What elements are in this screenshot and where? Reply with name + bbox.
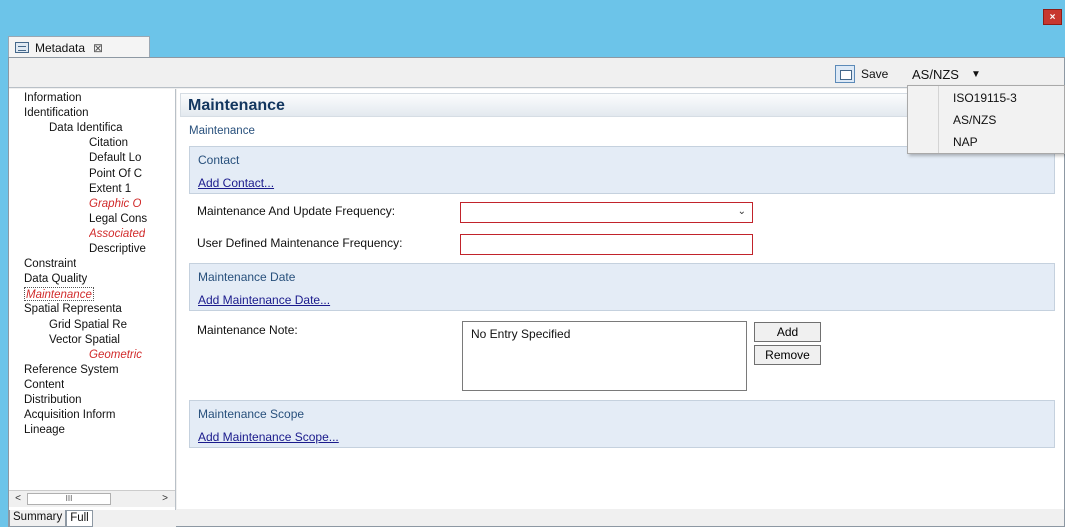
save-icon xyxy=(835,65,855,83)
maintenance-scope-group: Maintenance Scope Add Maintenance Scope.… xyxy=(189,400,1055,448)
tab-summary[interactable]: Summary xyxy=(9,510,67,527)
note-label: Maintenance Note: xyxy=(197,323,298,337)
tree-item[interactable]: Information xyxy=(24,91,82,105)
view-tabs: Summary Full xyxy=(9,510,176,527)
tree-item[interactable]: Distribution xyxy=(24,393,82,407)
tree-item[interactable]: Default Lo xyxy=(89,151,141,165)
scroll-left-icon[interactable]: < xyxy=(10,492,26,506)
tree-item[interactable]: Content xyxy=(24,378,64,392)
page-title: Maintenance xyxy=(188,97,285,114)
tree-item[interactable]: Citation xyxy=(89,136,128,150)
tab-close-icon[interactable]: ⊠ xyxy=(93,41,103,55)
contact-title: Contact xyxy=(198,153,240,167)
scroll-right-icon[interactable]: > xyxy=(157,492,173,506)
tree-item[interactable]: Data Identifica xyxy=(49,121,123,135)
tree-item[interactable]: Reference System xyxy=(24,363,119,377)
standard-dropdown[interactable]: AS/NZS ▼ xyxy=(912,64,981,84)
tree-item[interactable]: Identification xyxy=(24,106,89,120)
add-maintenance-scope-link[interactable]: Add Maintenance Scope... xyxy=(198,430,339,444)
add-contact-link[interactable]: Add Contact... xyxy=(198,176,274,190)
tree-item[interactable]: Lineage xyxy=(24,423,65,437)
tab-full[interactable]: Full xyxy=(66,510,93,527)
tree-item[interactable]: Extent 1 xyxy=(89,182,131,196)
remove-note-button[interactable]: Remove xyxy=(754,345,821,365)
tree-item[interactable]: Associated xyxy=(89,227,145,241)
maintenance-date-title: Maintenance Date xyxy=(198,270,296,284)
tab-strip xyxy=(8,32,1065,56)
tree-item[interactable]: Legal Cons xyxy=(89,212,147,226)
user-frequency-label: User Defined Maintenance Frequency: xyxy=(197,236,403,250)
tree-item[interactable]: Spatial Representa xyxy=(24,302,122,316)
tree-item[interactable]: Descriptive xyxy=(89,242,146,256)
tree-item[interactable]: Vector Spatial xyxy=(49,333,120,347)
section-tree: Information Identification Data Identifica… xyxy=(9,89,176,510)
window-close-button[interactable]: × xyxy=(1043,9,1062,25)
save-label: Save xyxy=(861,67,889,81)
menu-item-iso19115-3[interactable]: ISO19115-3 xyxy=(940,87,1065,109)
menu-gutter xyxy=(908,86,939,153)
tree-item[interactable]: Grid Spatial Re xyxy=(49,318,127,332)
toolbar: Save AS/NZS ▼ xyxy=(9,58,1064,88)
caret-down-icon: ▼ xyxy=(970,68,981,80)
tree-horizontal-scrollbar[interactable]: < III > xyxy=(9,490,175,507)
tab-label: Metadata xyxy=(35,40,86,55)
tree-item[interactable]: Geometric xyxy=(89,348,142,362)
maintenance-scope-title: Maintenance Scope xyxy=(198,407,305,421)
user-frequency-input[interactable] xyxy=(460,234,753,255)
chevron-down-icon: ⌄ xyxy=(737,206,746,217)
tree-item[interactable]: Data Quality xyxy=(24,272,87,286)
tree-item[interactable]: Maintenance xyxy=(24,287,94,302)
menu-item-as-nzs[interactable]: AS/NZS xyxy=(940,109,1065,131)
add-maintenance-date-link[interactable]: Add Maintenance Date... xyxy=(198,293,330,307)
standard-dropdown-menu: ISO19115-3 AS/NZS NAP xyxy=(907,85,1065,154)
standard-value: AS/NZS xyxy=(912,66,959,82)
menu-item-nap[interactable]: NAP xyxy=(940,131,1065,153)
tree-item[interactable]: Constraint xyxy=(24,257,76,271)
maintenance-note-list[interactable]: No Entry Specified xyxy=(462,321,747,391)
tree-item[interactable]: Acquisition Inform xyxy=(24,408,115,422)
section-subtitle: Maintenance xyxy=(189,125,255,137)
add-note-button[interactable]: Add xyxy=(754,322,821,342)
tab-metadata[interactable]: Metadata ⊠ xyxy=(8,36,150,58)
maintenance-date-group: Maintenance Date Add Maintenance Date... xyxy=(189,263,1055,311)
frequency-dropdown[interactable]: ⌄ xyxy=(460,202,753,223)
save-button[interactable]: Save xyxy=(835,64,888,84)
title-bar: × xyxy=(0,0,1065,32)
frequency-label: Maintenance And Update Frequency: xyxy=(197,204,396,218)
tree-item[interactable]: Point Of C xyxy=(89,167,142,181)
tree-item[interactable]: Graphic O xyxy=(89,197,141,211)
scroll-thumb[interactable]: III xyxy=(27,493,111,505)
note-empty-text: No Entry Specified xyxy=(471,327,571,341)
metadata-document-icon xyxy=(15,42,29,53)
